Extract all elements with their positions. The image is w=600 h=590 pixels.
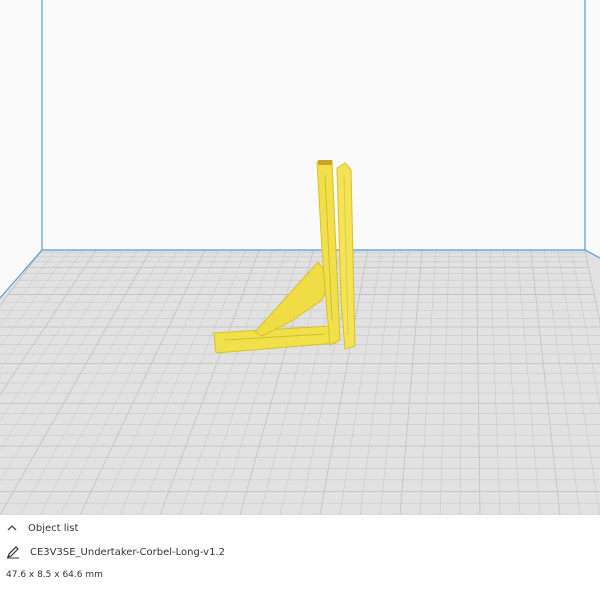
object-name-row: CE3V3SE_Undertaker-Corbel-Long-v1.2 (6, 545, 225, 559)
pencil-icon[interactable] (6, 545, 20, 559)
build-volume-scene[interactable] (0, 0, 600, 515)
object-list-header[interactable]: Object list (6, 522, 78, 534)
object-name: CE3V3SE_Undertaker-Corbel-Long-v1.2 (30, 546, 225, 558)
chevron-up-icon[interactable] (6, 522, 18, 534)
object-dimensions: 47.6 x 8.5 x 64.6 mm (6, 570, 103, 580)
model-top-cap (318, 160, 332, 165)
object-list-panel: Object list CE3V3SE_Undertaker-Corbel-Lo… (0, 515, 600, 590)
3d-viewport[interactable] (0, 0, 600, 515)
object-list-label: Object list (28, 522, 79, 534)
